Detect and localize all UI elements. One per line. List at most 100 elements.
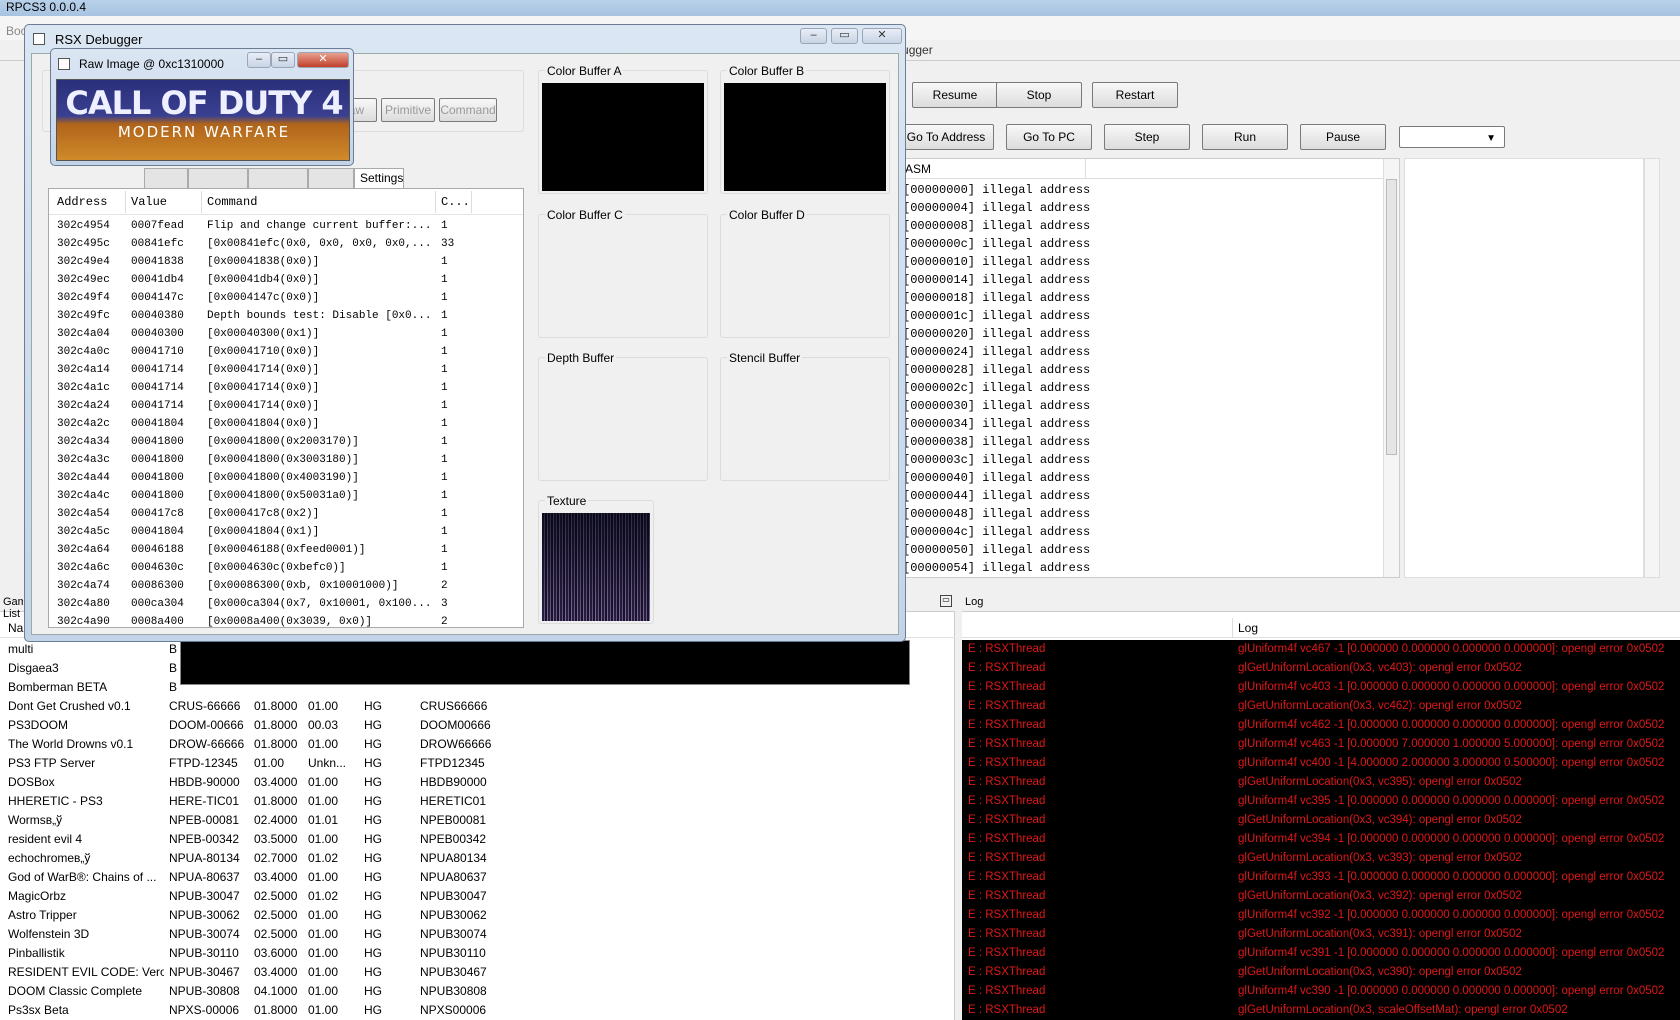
- command-list[interactable]: Address Value Command C... 302c4954 0007f…: [48, 188, 524, 628]
- memory-scrollbar[interactable]: [1644, 158, 1660, 578]
- command-row[interactable]: 302c4a54 000417c8 [0x000417c8(0x2)] 1: [49, 505, 523, 523]
- command-row[interactable]: 302c4954 0007fead Flip and change current …: [49, 217, 523, 235]
- col-command[interactable]: Command: [207, 195, 257, 209]
- disasm-line[interactable]: [00000028] illegal address: [899, 361, 1385, 379]
- toolbar-button-stop[interactable]: Stop: [996, 82, 1082, 108]
- disasm-line[interactable]: [00000048] illegal address: [899, 505, 1385, 523]
- command-row[interactable]: 302c4a80 000ca304 [0x000ca304(0x7, 0x10001…: [49, 595, 523, 613]
- command-row[interactable]: 302c4a5c 00041804 [0x00041804(0x1)] 1: [49, 523, 523, 541]
- command-row[interactable]: 302c49f4 0004147c [0x0004147c(0x0)] 1: [49, 289, 523, 307]
- color-buffer-b[interactable]: [724, 83, 886, 191]
- command-row[interactable]: 302c49ec 00041db4 [0x00041db4(0x0)] 1: [49, 271, 523, 289]
- log-row[interactable]: E : RSXThread glUniform4f vc393 -1 [0.000…: [962, 868, 1680, 887]
- command-row[interactable]: 302c4a34 00041800 [0x00041800(0x2003170)] 1: [49, 433, 523, 451]
- command-row[interactable]: 302c4a44 00041800 [0x00041800(0x4003190)] 1: [49, 469, 523, 487]
- disasm-line[interactable]: [00000010] illegal address: [899, 253, 1385, 271]
- disasm-line[interactable]: [0000002c] illegal address: [899, 379, 1385, 397]
- depth-buffer-group[interactable]: Depth Buffer: [538, 351, 708, 481]
- color-buffer-a[interactable]: [542, 83, 704, 191]
- disasm-list[interactable]: ASM [00000000] illegal address [00000004]…: [898, 158, 1400, 578]
- disasm-scrollbar[interactable]: [1383, 159, 1399, 577]
- log-row[interactable]: E : RSXThread glGetUniformLocation(0x3, v…: [962, 811, 1680, 830]
- toolbar-button-step[interactable]: Step: [1104, 124, 1190, 150]
- primitive-button[interactable]: Primitive: [381, 98, 435, 122]
- game-list-row[interactable]: MagicOrbz NPUB-30047 02.5000 01.02 HG NPUB300…: [0, 887, 955, 906]
- raw-close-button[interactable]: ✕: [297, 52, 349, 68]
- disasm-line[interactable]: [00000044] illegal address: [899, 487, 1385, 505]
- toolbar-button-pause[interactable]: Pause: [1300, 124, 1386, 150]
- disasm-line[interactable]: [00000038] illegal address: [899, 433, 1385, 451]
- log-row[interactable]: E : RSXThread glGetUniformLocation(0x3, s…: [962, 1001, 1680, 1020]
- game-list-row[interactable]: Wormsв„ў NPEB-00081 02.4000 01.01 HG NPEB0008…: [0, 811, 955, 830]
- game-list-row[interactable]: echochromeв„ў NPUA-80134 02.7000 01.02 HG NPU…: [0, 849, 955, 868]
- toolbar-button-go-to-pc[interactable]: Go To PC: [1006, 124, 1092, 150]
- tab-2[interactable]: [188, 168, 248, 188]
- toolbar-button-go-to-address[interactable]: Go To Address: [898, 124, 994, 150]
- disasm-line[interactable]: [0000003c] illegal address: [899, 451, 1385, 469]
- disasm-line[interactable]: [0000004c] illegal address: [899, 523, 1385, 541]
- minimize-button[interactable]: –: [800, 28, 827, 44]
- disasm-line[interactable]: [00000000] illegal address: [899, 181, 1385, 199]
- texture-preview[interactable]: [542, 513, 650, 621]
- command-row[interactable]: 302c4a6c 0004630c [0x0004630c(0xbefc0)] 1: [49, 559, 523, 577]
- log-row[interactable]: E : RSXThread glGetUniformLocation(0x3, v…: [962, 697, 1680, 716]
- col-count[interactable]: C...: [441, 195, 470, 209]
- command-row[interactable]: 302c4a04 00040300 [0x00040300(0x1)] 1: [49, 325, 523, 343]
- disasm-line[interactable]: [00000050] illegal address: [899, 541, 1385, 559]
- toolbar-button-restart[interactable]: Restart: [1092, 82, 1178, 108]
- tab-1[interactable]: [144, 168, 188, 188]
- command-row[interactable]: 302c4a64 00046188 [0x00046188(0xfeed0001)]…: [49, 541, 523, 559]
- game-list-row[interactable]: DOSBox HBDB-90000 03.4000 01.00 HG HBDB90000: [0, 773, 955, 792]
- command-row[interactable]: 302c495c 00841efc [0x00841efc(0x0, 0x0, 0x…: [49, 235, 523, 253]
- log-row[interactable]: E : RSXThread glUniform4f vc462 -1 [0.000…: [962, 716, 1680, 735]
- log-row[interactable]: E : RSXThread glGetUniformLocation(0x3, v…: [962, 887, 1680, 906]
- disasm-line[interactable]: [00000008] illegal address: [899, 217, 1385, 235]
- log-row[interactable]: E : RSXThread glGetUniformLocation(0x3, v…: [962, 659, 1680, 678]
- disasm-line[interactable]: [00000020] illegal address: [899, 325, 1385, 343]
- game-list-row[interactable]: Astro Tripper NPUB-30062 02.5000 01.00 HG NPU…: [0, 906, 955, 925]
- log-row[interactable]: E : RSXThread glUniform4f vc391 -1 [0.000…: [962, 944, 1680, 963]
- close-button[interactable]: ✕: [862, 28, 902, 44]
- command-row[interactable]: 302c4a1c 00041714 [0x00041714(0x0)] 1: [49, 379, 523, 397]
- raw-minimize-button[interactable]: –: [247, 52, 271, 68]
- disasm-line[interactable]: [00000040] illegal address: [899, 469, 1385, 487]
- stencil-buffer-group[interactable]: Stencil Buffer: [720, 351, 890, 481]
- color-buffer-c-group[interactable]: Color Buffer C: [538, 208, 708, 338]
- command-button[interactable]: Command: [439, 98, 497, 122]
- disasm-line[interactable]: [0000000c] illegal address: [899, 235, 1385, 253]
- command-row[interactable]: 302c4a14 00041714 [0x00041714(0x0)] 1: [49, 361, 523, 379]
- col-address[interactable]: Address: [57, 195, 107, 209]
- tab-3[interactable]: [248, 168, 308, 188]
- command-row[interactable]: 302c4a24 00041714 [0x00041714(0x0)] 1: [49, 397, 523, 415]
- command-list-header[interactable]: Address Value Command C...: [49, 189, 523, 215]
- log-header[interactable]: Log: [962, 618, 1680, 638]
- game-list-row[interactable]: RESIDENT EVIL CODE: Vero... NPUB-30467 03.…: [0, 963, 955, 982]
- game-list-row[interactable]: PS3DOOM DOOM-00666 01.8000 00.03 HG DOOM00666: [0, 716, 955, 735]
- log-row[interactable]: E : RSXThread glGetUniformLocation(0x3, v…: [962, 925, 1680, 944]
- command-row[interactable]: 302c4a90 0008a400 [0x0008a400(0x3039, 0x0)…: [49, 613, 523, 627]
- game-list-row[interactable]: Ps3sx Beta NPXS-00006 01.8000 01.00 HG NPXS00…: [0, 1001, 955, 1020]
- game-list-row[interactable]: resident evil 4 NPEB-00342 03.5000 01.00 HG N…: [0, 830, 955, 849]
- command-row[interactable]: 302c4a2c 00041804 [0x00041804(0x0)] 1: [49, 415, 523, 433]
- disasm-line[interactable]: [00000014] illegal address: [899, 271, 1385, 289]
- command-row[interactable]: 302c4a4c 00041800 [0x00041800(0x50031a0)] 1: [49, 487, 523, 505]
- col-value[interactable]: Value: [131, 195, 167, 209]
- command-row[interactable]: 302c49e4 00041838 [0x00041838(0x0)] 1: [49, 253, 523, 271]
- disasm-line[interactable]: [00000018] illegal address: [899, 289, 1385, 307]
- log-row[interactable]: E : RSXThread glGetUniformLocation(0x3, v…: [962, 773, 1680, 792]
- tab-settings[interactable]: Settings: [354, 168, 404, 188]
- tab-4[interactable]: [308, 168, 354, 188]
- log-row[interactable]: E : RSXThread glGetUniformLocation(0x3, v…: [962, 963, 1680, 982]
- game-list-row[interactable]: HHERETIC - PS3 HERE-TIC01 01.8000 01.00 HG HE…: [0, 792, 955, 811]
- game-list-row[interactable]: DOOM Classic Complete NPUB-30808 04.1000 01…: [0, 982, 955, 1001]
- game-list-row[interactable]: God of WarB®: Chains of ... NPUA-80637 03.…: [0, 868, 955, 887]
- game-list-row[interactable]: Pinballistik NPUB-30110 03.6000 01.00 HG NPUB…: [0, 944, 955, 963]
- command-row[interactable]: 302c4a0c 00041710 [0x00041710(0x0)] 1: [49, 343, 523, 361]
- log-row[interactable]: E : RSXThread glUniform4f vc394 -1 [0.000…: [962, 830, 1680, 849]
- disasm-line[interactable]: [00000004] illegal address: [899, 199, 1385, 217]
- log-row[interactable]: E : RSXThread glGetUniformLocation(0x3, v…: [962, 849, 1680, 868]
- log-row[interactable]: E : RSXThread glUniform4f vc467 -1 [0.000…: [962, 640, 1680, 659]
- disasm-line[interactable]: [00000054] illegal address: [899, 559, 1385, 577]
- log-row[interactable]: E : RSXThread glUniform4f vc403 -1 [0.000…: [962, 678, 1680, 697]
- disasm-line[interactable]: [00000034] illegal address: [899, 415, 1385, 433]
